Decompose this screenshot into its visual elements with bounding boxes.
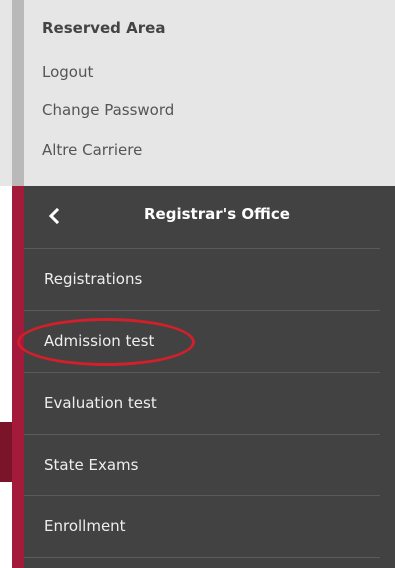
menu-item-label: Enrollment [44, 517, 126, 535]
change-password-link[interactable]: Change Password [42, 101, 174, 119]
menu-item-label: State Exams [44, 456, 139, 474]
menu-item-registrations[interactable]: Registrations [24, 249, 380, 310]
menu-item-label: Evaluation test [44, 394, 157, 412]
page: Reserved Area Logout Change Password Alt… [0, 0, 395, 568]
menu-item-admission-test[interactable]: Admission test [24, 311, 380, 372]
menu-header: Registrar's Office [24, 186, 395, 248]
menu-item-label: Admission test [44, 332, 155, 350]
menu-accent-stripe [12, 186, 24, 568]
menu-item-label: Registrations [44, 270, 143, 288]
menu-item-enrollment[interactable]: Enrollment [24, 496, 380, 557]
side-accent-block [0, 422, 12, 482]
reserved-area-stripe [12, 0, 24, 186]
logout-link[interactable]: Logout [42, 63, 93, 81]
altre-carriere-link[interactable]: Altre Carriere [42, 141, 142, 159]
chevron-left-icon[interactable] [44, 204, 66, 228]
reserved-area-title: Reserved Area [42, 19, 166, 37]
menu-divider [24, 557, 380, 558]
menu-title: Registrar's Office [144, 205, 290, 223]
menu-item-evaluation-test[interactable]: Evaluation test [24, 373, 380, 434]
menu-item-state-exams[interactable]: State Exams [24, 435, 380, 496]
